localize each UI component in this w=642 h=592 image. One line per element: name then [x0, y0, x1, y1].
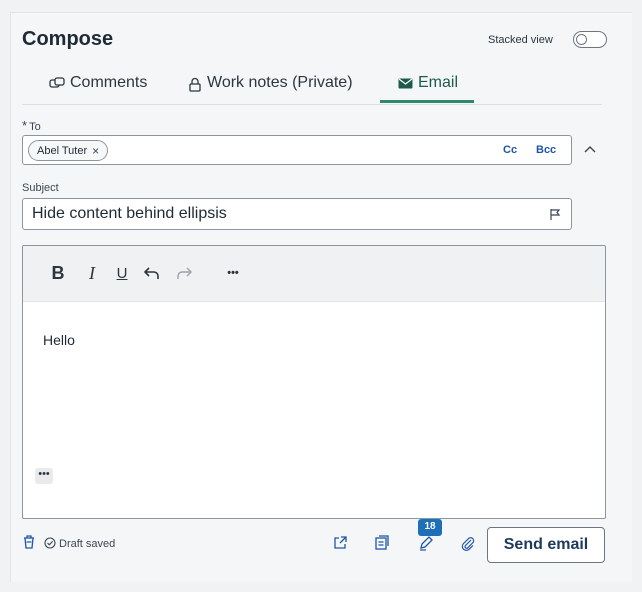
required-marker: *	[22, 118, 28, 133]
subject-value: Hide content behind ellipsis	[32, 205, 227, 222]
redo-icon[interactable]	[173, 262, 195, 284]
more-options-button[interactable]: •••	[221, 262, 245, 284]
underline-button[interactable]: U	[113, 262, 131, 284]
tab-label: Comments	[70, 74, 148, 91]
flag-icon[interactable]	[549, 208, 561, 226]
undo-icon[interactable]	[141, 262, 163, 284]
check-circle-icon	[44, 536, 56, 552]
footer-status: Draft saved	[22, 532, 115, 556]
envelope-icon	[398, 74, 413, 94]
active-tab-indicator	[380, 100, 474, 103]
subject-label: Subject	[22, 182, 59, 194]
lock-icon	[188, 74, 202, 97]
compose-title: Compose	[22, 28, 114, 50]
template-icon[interactable]	[374, 535, 390, 556]
draft-status-text: Draft saved	[59, 538, 116, 550]
bold-button[interactable]: B	[49, 262, 67, 284]
open-external-icon[interactable]	[332, 535, 348, 556]
subject-input[interactable]: Hide content behind ellipsis	[22, 198, 572, 230]
tab-comments[interactable]: Comments	[49, 74, 147, 104]
tab-label: Email	[418, 74, 459, 91]
to-label: * To	[22, 118, 41, 133]
show-trimmed-content-button[interactable]: •••	[35, 468, 53, 484]
tab-work-notes[interactable]: Work notes (Private)	[188, 74, 353, 104]
chevron-up-icon[interactable]	[580, 142, 600, 158]
quick-message-icon[interactable]	[418, 535, 434, 556]
tabs-divider	[22, 104, 602, 105]
comments-icon	[49, 74, 65, 96]
paperclip-icon[interactable]	[460, 535, 476, 556]
trash-icon[interactable]	[22, 534, 36, 555]
stacked-view-toggle[interactable]	[573, 31, 607, 48]
recipient-name: Abel Tuter	[37, 144, 88, 157]
draft-status: Draft saved	[44, 536, 116, 552]
toggle-knob	[576, 33, 587, 45]
email-body[interactable]: Hello	[43, 332, 75, 348]
recipient-chip[interactable]: Abel Tuter ×	[28, 140, 109, 161]
send-email-button[interactable]: Send email	[487, 527, 605, 563]
compose-tabs: Comments Work notes (Private) Email	[22, 74, 602, 104]
stacked-view-label: Stacked view	[488, 34, 553, 46]
count-badge: 18	[418, 519, 442, 536]
italic-button[interactable]: I	[83, 262, 101, 284]
bcc-link[interactable]: Bcc	[536, 144, 556, 156]
to-field[interactable]: Abel Tuter × Cc Bcc	[22, 135, 572, 165]
editor-toolbar: B I U •••	[23, 246, 605, 302]
tab-label: Work notes (Private)	[207, 74, 353, 91]
email-editor[interactable]: B I U ••• Hello •••	[22, 245, 606, 519]
remove-recipient-icon[interactable]: ×	[92, 144, 99, 158]
cc-link[interactable]: Cc	[503, 144, 517, 156]
